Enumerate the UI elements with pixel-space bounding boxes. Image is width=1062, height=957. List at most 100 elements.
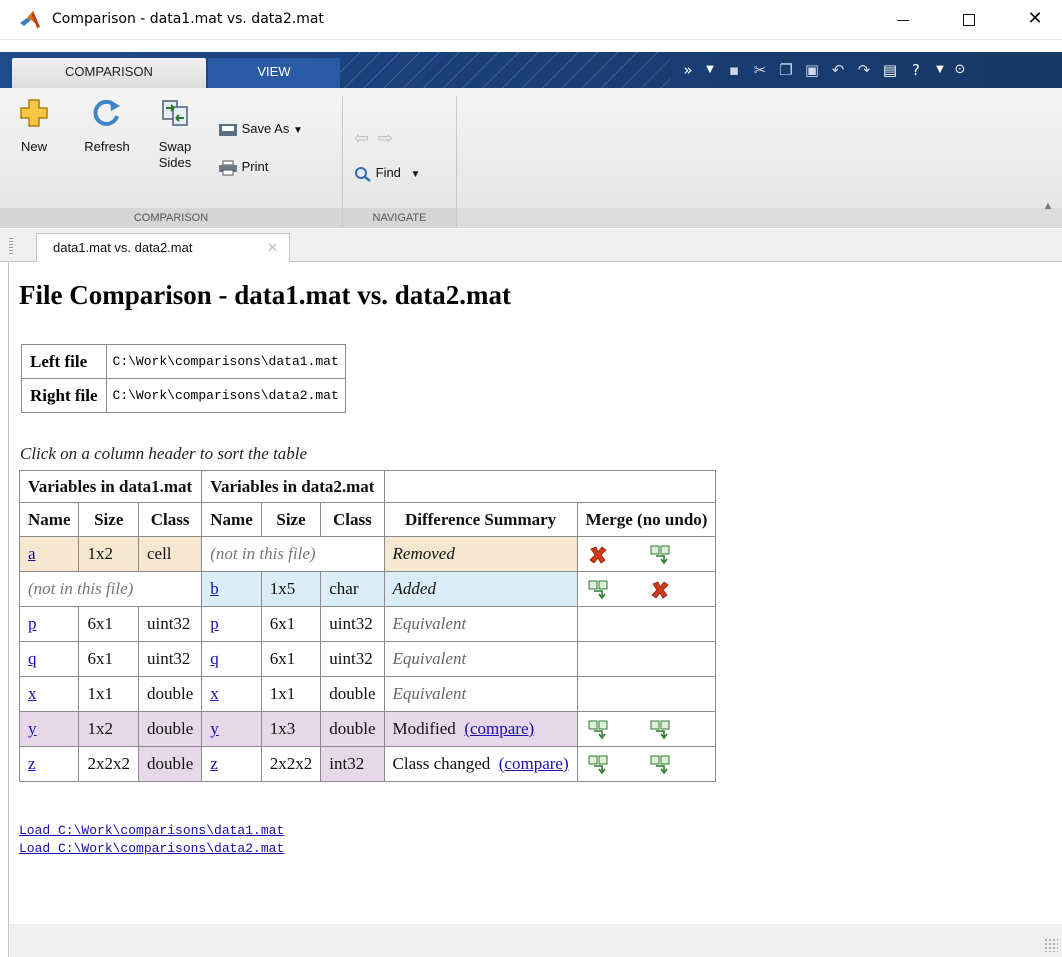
maximize-icon xyxy=(963,14,975,26)
files-table: Left file C:\Work\comparisons\data1.mat … xyxy=(21,344,346,413)
right-size-cell: 6x1 xyxy=(260,641,322,677)
close-tab-icon[interactable]: ✕ xyxy=(267,234,278,262)
resize-grip-icon[interactable] xyxy=(1044,938,1058,952)
variable-link[interactable]: x xyxy=(210,684,219,703)
column-header-merge[interactable]: Merge (no undo) xyxy=(576,502,717,537)
group-header-left[interactable]: Variables in data1.mat xyxy=(18,470,203,503)
maximize-button[interactable] xyxy=(946,4,992,36)
delete-x-icon[interactable] xyxy=(650,580,670,600)
difference-summary-cell: Removed xyxy=(383,536,578,572)
title-bar: Comparison - data1.mat vs. data2.mat ✕ xyxy=(0,0,1062,40)
dropdown-icon[interactable]: ▼ xyxy=(698,58,722,82)
column-header-difference-summary[interactable]: Difference Summary xyxy=(383,502,578,537)
difference-summary-cell: Class changed (compare) xyxy=(383,746,578,782)
right-file-label: Right file xyxy=(21,378,107,413)
pin-icon[interactable]: » xyxy=(676,58,700,82)
arrow-left-icon: ⇦ xyxy=(354,128,370,149)
variable-link[interactable]: q xyxy=(28,649,37,668)
delete-x-icon[interactable] xyxy=(588,545,608,565)
left-class-cell: double xyxy=(137,676,203,712)
right-size-cell: 2x2x2 xyxy=(260,746,322,782)
cut-icon[interactable]: ✂ xyxy=(748,58,772,82)
new-button[interactable]: New xyxy=(10,98,58,155)
previous-difference-button[interactable]: ⇦ xyxy=(354,128,369,150)
load-left-link[interactable]: Load C:\Work\comparisons\data1.mat xyxy=(19,822,284,840)
save-icon[interactable]: ▪ xyxy=(722,58,746,82)
find-label: Find xyxy=(375,165,401,180)
collapse-ribbon-icon[interactable]: ▲ xyxy=(1040,200,1056,212)
left-name-cell: x xyxy=(18,676,80,712)
compare-link[interactable]: (compare) xyxy=(499,754,569,773)
merge-copy-icon[interactable] xyxy=(650,545,670,565)
find-button[interactable]: Find ▼ xyxy=(354,162,420,184)
swap-sides-button[interactable]: Swap Sides xyxy=(150,98,200,171)
refresh-label: Refresh xyxy=(84,139,130,154)
variable-link[interactable]: q xyxy=(210,649,219,668)
right-class-cell: double xyxy=(320,711,385,747)
document-tab[interactable]: data1.mat vs. data2.mat ✕ xyxy=(36,233,290,263)
column-header-size-left[interactable]: Size xyxy=(78,502,139,537)
help-icon[interactable]: ? xyxy=(904,58,928,82)
grip-handle-icon[interactable] xyxy=(9,238,13,256)
save-as-icon xyxy=(219,123,237,136)
table-row: z 2x2x2 double z 2x2x2 int32 Class chang… xyxy=(18,746,717,782)
save-as-button[interactable]: Save As ▼ xyxy=(218,118,303,140)
switch-windows-icon[interactable]: ▤ xyxy=(878,58,902,82)
compare-link[interactable]: (compare) xyxy=(464,719,534,738)
swap-icon xyxy=(162,100,188,126)
left-size-cell: 6x1 xyxy=(78,641,139,677)
merge-cell xyxy=(576,711,717,747)
left-name-cell: y xyxy=(18,711,80,747)
difference-summary-cell: Modified (compare) xyxy=(383,711,578,747)
column-header-size-right[interactable]: Size xyxy=(260,502,322,537)
load-right-link[interactable]: Load C:\Work\comparisons\data2.mat xyxy=(19,840,284,858)
merge-copy-icon[interactable] xyxy=(650,755,670,775)
right-name-cell: x xyxy=(201,676,262,712)
merge-copy-icon[interactable] xyxy=(588,580,608,600)
redo-icon[interactable]: ↷ xyxy=(852,58,876,82)
column-header-class-right[interactable]: Class xyxy=(320,502,385,537)
group-header-right[interactable]: Variables in data2.mat xyxy=(201,470,385,503)
right-size-cell: 1x1 xyxy=(260,676,322,712)
tab-comparison[interactable]: COMPARISON xyxy=(12,58,206,88)
merge-copy-icon[interactable] xyxy=(588,720,608,740)
dropdown-arrow-icon: ▼ xyxy=(292,125,303,136)
variable-link[interactable]: b xyxy=(210,579,219,598)
table-row: x 1x1 double x 1x1 double Equivalent xyxy=(18,676,717,712)
print-button[interactable]: Print xyxy=(218,156,268,178)
variable-link[interactable]: x xyxy=(28,684,37,703)
variable-link[interactable]: p xyxy=(28,614,37,633)
close-button[interactable]: ✕ xyxy=(1012,4,1058,36)
column-header-class-left[interactable]: Class xyxy=(137,502,203,537)
column-header-name-left[interactable]: Name xyxy=(18,502,80,537)
table-row: p 6x1 uint32 p 6x1 uint32 Equivalent xyxy=(18,606,717,642)
merge-cell xyxy=(576,676,717,712)
minimize-button[interactable] xyxy=(880,4,926,36)
right-size-cell: 1x3 xyxy=(260,711,322,747)
right-class-cell: uint32 xyxy=(320,641,385,677)
tab-view[interactable]: VIEW xyxy=(208,58,340,88)
variable-link[interactable]: z xyxy=(28,754,36,773)
window-title: Comparison - data1.mat vs. data2.mat xyxy=(52,11,324,27)
variable-link[interactable]: y xyxy=(28,719,37,738)
variable-link[interactable]: a xyxy=(28,544,36,563)
right-size-cell: 1x5 xyxy=(260,571,322,607)
column-header-name-right[interactable]: Name xyxy=(201,502,262,537)
variable-link[interactable]: p xyxy=(210,614,219,633)
variable-link[interactable]: z xyxy=(210,754,218,773)
document-tab-label: data1.mat vs. data2.mat xyxy=(53,240,193,255)
table-row: (not in this file) b 1x5 char Added xyxy=(18,571,717,607)
next-difference-button[interactable]: ⇨ xyxy=(378,128,393,150)
left-size-cell: 1x1 xyxy=(78,676,139,712)
right-class-cell: double xyxy=(320,676,385,712)
left-name-cell: a xyxy=(18,536,80,572)
merge-copy-icon[interactable] xyxy=(588,755,608,775)
paste-icon[interactable]: ▣ xyxy=(800,58,824,82)
refresh-button[interactable]: Refresh xyxy=(74,98,140,155)
expand-icon[interactable]: ⊙ xyxy=(948,58,972,82)
merge-copy-icon[interactable] xyxy=(650,720,670,740)
undo-icon[interactable]: ↶ xyxy=(826,58,850,82)
copy-icon[interactable]: ❐ xyxy=(774,58,798,82)
variable-link[interactable]: y xyxy=(210,719,219,738)
arrow-right-icon: ⇨ xyxy=(378,128,394,149)
